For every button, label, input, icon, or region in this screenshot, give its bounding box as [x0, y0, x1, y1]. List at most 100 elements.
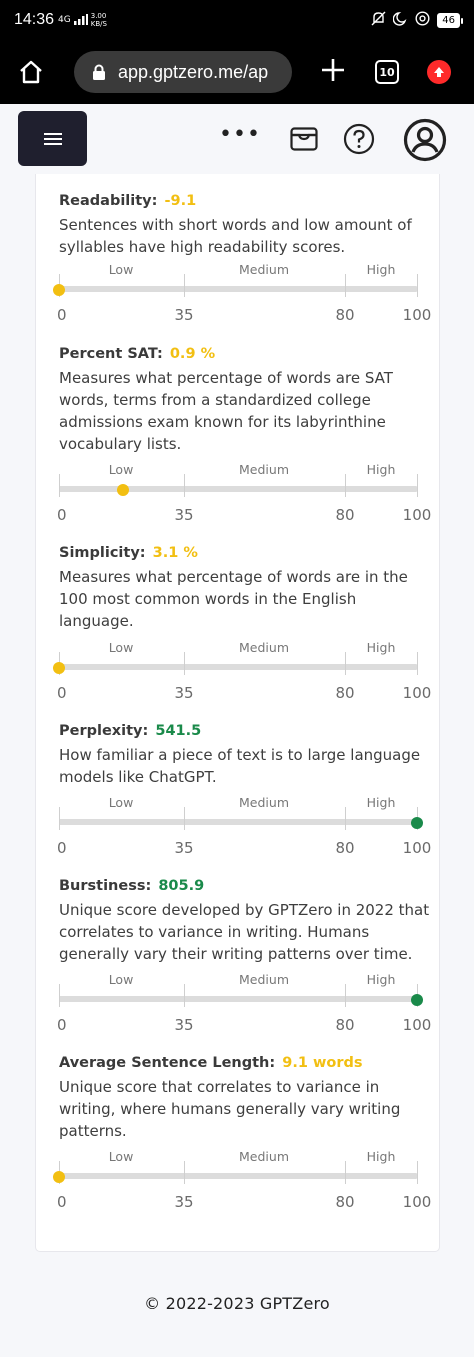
scale-track — [59, 819, 417, 825]
url-text: app.gptzero.me/ap — [118, 61, 269, 82]
metric-label: Perplexity: — [59, 723, 149, 739]
metric-value: -9.1 — [164, 193, 197, 209]
metric-average-sentence-length: Average Sentence Length: 9.1 words Uniqu… — [59, 1054, 439, 1142]
scale-tick — [345, 984, 346, 1007]
scale-tick — [59, 984, 60, 1007]
scale-band-high: High — [366, 1149, 396, 1164]
scale-band-low: Low — [108, 262, 134, 277]
scale-tick — [345, 807, 346, 830]
scale-band-medium: Medium — [239, 262, 289, 277]
footer-copyright: © 2022-2023 GPTZero — [144, 1294, 330, 1313]
scale-band-medium: Medium — [239, 795, 289, 810]
scale-number: 0 — [57, 1016, 67, 1034]
update-arrow-icon[interactable] — [427, 60, 451, 84]
metric-burstiness: Burstiness: 805.9 Unique score developed… — [59, 877, 439, 965]
scale-band-low: Low — [108, 640, 134, 655]
scale-number: 80 — [335, 839, 355, 857]
data-speed: 3.00 KB/S — [91, 12, 107, 28]
address-bar[interactable]: app.gptzero.me/ap — [74, 51, 292, 93]
scale-tick — [417, 274, 418, 297]
data-speed-value: 3.00 — [90, 12, 107, 20]
metric-value: 3.1 % — [152, 545, 198, 561]
scale-number: 0 — [57, 506, 67, 524]
scale-band-high: High — [366, 795, 396, 810]
scale-tick — [345, 1161, 346, 1184]
network-type: 4G — [58, 14, 71, 25]
scale-number: 35 — [174, 839, 194, 857]
scale-band-labels: Low Medium High — [59, 640, 437, 656]
scale-tick — [184, 274, 185, 297]
scale-perplexity: Low Medium High 0 35 80 100 — [57, 795, 437, 865]
metric-label: Readability: — [59, 193, 158, 209]
scale-average-sentence-length: Low Medium High 0 35 80 100 — [53, 1149, 437, 1219]
scale-number: 35 — [174, 1193, 194, 1211]
scale-indicator-dot — [411, 994, 423, 1006]
scale-tick — [345, 652, 346, 675]
scale-tick — [184, 1161, 185, 1184]
scale-band-high: High — [366, 972, 396, 987]
battery-icon: 46 — [437, 12, 463, 28]
metric-label: Average Sentence Length: — [59, 1055, 276, 1071]
metric-value: 541.5 — [155, 723, 202, 739]
hamburger-icon — [43, 132, 62, 145]
inbox-icon[interactable] — [290, 127, 318, 155]
metric-title: Percent SAT: 0.9 % — [59, 345, 439, 363]
scale-band-medium: Medium — [239, 462, 289, 477]
hamburger-menu-button[interactable] — [18, 111, 87, 166]
scale-band-high: High — [366, 640, 396, 655]
browser-toolbar: app.gptzero.me/ap 10 — [0, 40, 474, 104]
more-options-button[interactable]: ••• — [219, 122, 261, 147]
status-time: 14:36 — [14, 11, 55, 28]
scale-number: 100 — [402, 839, 432, 857]
metric-percent-sat: Percent SAT: 0.9 % Measures what percent… — [59, 345, 439, 455]
scale-tick — [345, 274, 346, 297]
scale-band-low: Low — [108, 795, 134, 810]
mute-icon — [371, 11, 386, 30]
scale-number: 80 — [335, 1193, 355, 1211]
scale-number: 35 — [174, 684, 194, 702]
metric-label: Percent SAT: — [59, 346, 163, 362]
scale-number: 100 — [402, 1193, 432, 1211]
scale-band-high: High — [366, 462, 396, 477]
browser-chrome: 14:36 4G 3.00 KB/S 46 app.gptzero.me/ap … — [0, 0, 474, 104]
metric-description: Measures what percentage of words are SA… — [59, 369, 393, 453]
scale-band-low: Low — [108, 972, 134, 987]
status-icons: 46 — [371, 10, 463, 30]
home-icon[interactable] — [16, 57, 46, 87]
new-tab-button[interactable] — [319, 57, 347, 87]
scale-tick — [59, 807, 60, 830]
lock-icon — [92, 64, 106, 80]
metric-title: Readability: -9.1 — [59, 192, 439, 210]
scale-band-labels: Low Medium High — [59, 795, 437, 811]
metric-perplexity: Perplexity: 541.5 How familiar a piece o… — [59, 722, 439, 788]
metric-description: Unique score that correlates to variance… — [59, 1078, 401, 1140]
scale-number: 0 — [57, 839, 67, 857]
scale-tick — [345, 474, 346, 497]
tab-switcher-button[interactable]: 10 — [375, 60, 399, 84]
scale-band-medium: Medium — [239, 640, 289, 655]
metric-label: Burstiness: — [59, 878, 152, 894]
scale-number: 35 — [174, 506, 194, 524]
scale-number: 0 — [57, 306, 67, 324]
scale-number: 0 — [57, 1193, 67, 1211]
scale-burstiness: Low Medium High 0 35 80 100 — [57, 972, 437, 1042]
metric-value: 9.1 words — [282, 1055, 363, 1071]
scale-indicator-dot — [53, 284, 65, 296]
metric-value: 805.9 — [158, 878, 205, 894]
scale-number: 100 — [402, 506, 432, 524]
scale-indicator-dot — [117, 484, 130, 496]
scale-tick — [59, 474, 60, 497]
help-icon[interactable] — [343, 123, 375, 159]
scale-number: 80 — [335, 684, 355, 702]
scale-band-medium: Medium — [239, 1149, 289, 1164]
scale-track — [59, 1173, 417, 1179]
scale-tick — [184, 984, 185, 1007]
metric-simplicity: Simplicity: 3.1 % Measures what percenta… — [59, 544, 439, 632]
scale-indicator-dot — [411, 817, 423, 829]
scale-band-labels: Low Medium High — [59, 972, 437, 988]
user-account-icon[interactable] — [403, 118, 447, 166]
scale-tick — [417, 652, 418, 675]
status-bar: 14:36 4G 3.00 KB/S 46 — [0, 0, 474, 40]
scale-band-low: Low — [108, 462, 134, 477]
app-header: ••• — [0, 104, 474, 174]
